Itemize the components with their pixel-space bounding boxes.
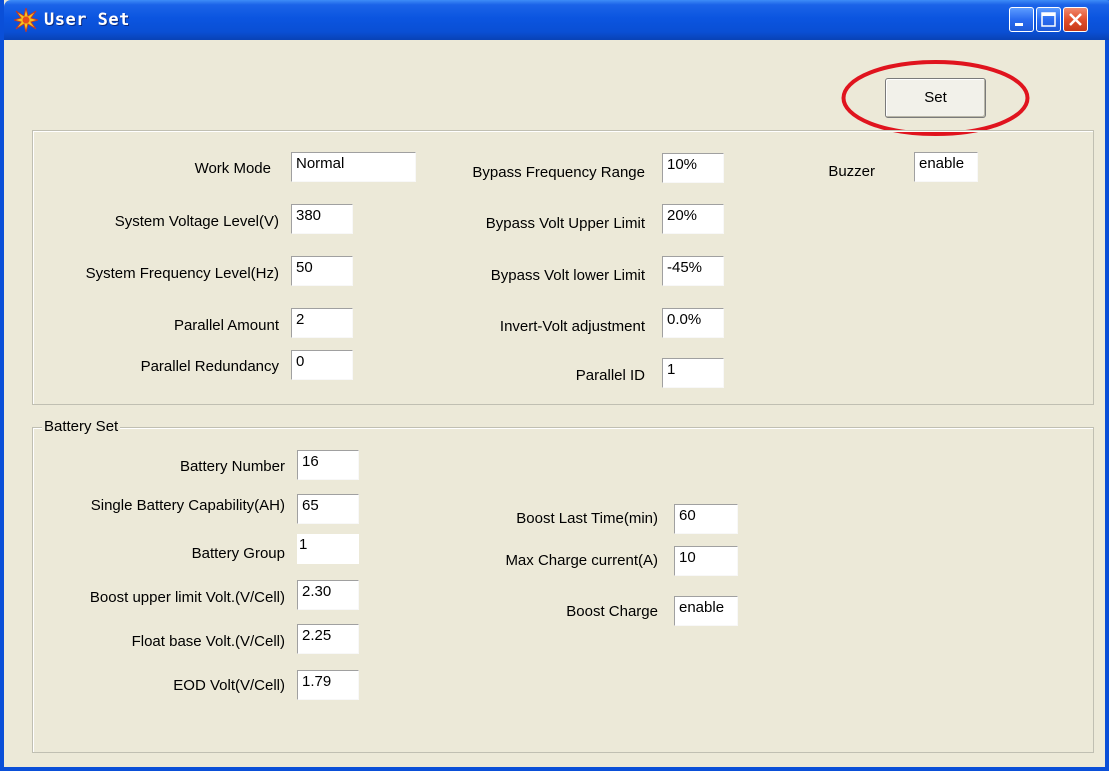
close-icon	[1069, 13, 1082, 26]
battery-number-field[interactable]: 16	[297, 450, 359, 480]
single-capability-field[interactable]: 65	[297, 494, 359, 524]
maximize-icon	[1041, 12, 1056, 27]
set-button[interactable]: Set	[885, 78, 986, 118]
system-frequency-field[interactable]: 50	[291, 256, 353, 286]
work-mode-field[interactable]: Normal	[291, 152, 416, 182]
invert-volt-adjust-label: Invert-Volt adjustment	[499, 318, 645, 335]
bypass-frequency-range-field[interactable]: 10%	[662, 153, 724, 183]
boost-charge-field[interactable]: enable	[674, 596, 738, 626]
float-base-label: Float base Volt.(V/Cell)	[131, 633, 285, 650]
bypass-volt-lower-field[interactable]: -45%	[662, 256, 724, 286]
boost-upper-field[interactable]: 2.30	[297, 580, 359, 610]
work-mode-label: Work Mode	[194, 160, 271, 177]
parallel-id-field[interactable]: 1	[662, 358, 724, 388]
single-capability-label: Single Battery Capability(AH)	[90, 497, 285, 514]
window-title: User Set	[44, 10, 130, 30]
bypass-volt-upper-label: Bypass Volt Upper Limit	[485, 215, 645, 232]
boost-upper-label: Boost upper limit Volt.(V/Cell)	[89, 589, 285, 606]
max-charge-current-field[interactable]: 10	[674, 546, 738, 576]
buzzer-label: Buzzer	[828, 163, 875, 180]
battery-group-label: Battery Group	[191, 545, 285, 562]
parallel-redundancy-field[interactable]: 0	[291, 350, 353, 380]
maximize-button[interactable]	[1036, 7, 1061, 32]
invert-volt-adjust-field[interactable]: 0.0%	[662, 308, 724, 338]
system-voltage-label: System Voltage Level(V)	[114, 213, 279, 230]
user-set-window: User Set Set Work Mode Normal System Vol…	[0, 0, 1109, 771]
eod-volt-label: EOD Volt(V/Cell)	[173, 677, 285, 694]
max-charge-current-label: Max Charge current(A)	[505, 552, 658, 569]
battery-number-label: Battery Number	[179, 458, 285, 475]
parallel-amount-field[interactable]: 2	[291, 308, 353, 338]
battery-group-title: Battery Set	[42, 418, 121, 435]
minimize-icon	[1015, 23, 1023, 26]
system-voltage-field[interactable]: 380	[291, 204, 353, 234]
float-base-field[interactable]: 2.25	[297, 624, 359, 654]
boost-charge-label: Boost Charge	[566, 603, 658, 620]
system-frequency-label: System Frequency Level(Hz)	[85, 265, 279, 282]
title-bar[interactable]: User Set	[4, 0, 1109, 40]
bypass-frequency-range-label: Bypass Frequency Range	[472, 164, 645, 181]
close-button[interactable]	[1063, 7, 1088, 32]
boost-last-time-field[interactable]: 60	[674, 504, 738, 534]
starburst-icon	[12, 7, 40, 33]
parallel-redundancy-label: Parallel Redundancy	[140, 358, 279, 375]
bypass-volt-upper-field[interactable]: 20%	[662, 204, 724, 234]
boost-last-time-label: Boost Last Time(min)	[516, 510, 658, 527]
parallel-amount-label: Parallel Amount	[173, 317, 279, 334]
minimize-button[interactable]	[1009, 7, 1034, 32]
bypass-volt-lower-label: Bypass Volt lower Limit	[490, 267, 645, 284]
parallel-id-label: Parallel ID	[575, 367, 645, 384]
buzzer-field[interactable]: enable	[914, 152, 978, 182]
eod-volt-field[interactable]: 1.79	[297, 670, 359, 700]
battery-group-field[interactable]: 1	[297, 534, 359, 564]
